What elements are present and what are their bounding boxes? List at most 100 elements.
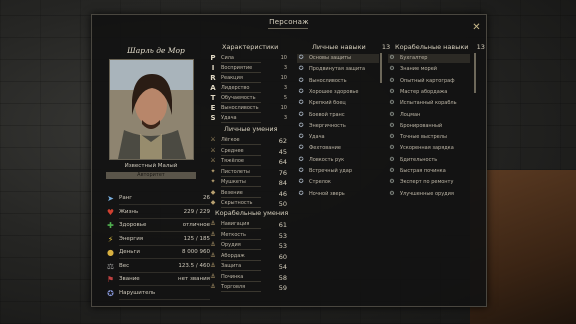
personal-ability-label: Крепкий боец — [309, 100, 346, 107]
ship-ability-row[interactable]: ⚙ Эксперт по ремонту — [388, 178, 470, 187]
stat-row[interactable]: ⚡ Энергия 125 / 185 — [106, 234, 210, 246]
ship-ability-icon: ⚙ — [389, 155, 395, 163]
ship-ability-row[interactable]: ⚙ Мастер абордажа — [388, 88, 470, 97]
ship-ability-row[interactable]: ⚙ Ускоренная зарядка — [388, 144, 470, 153]
ship-ability-label: Бдительность — [400, 156, 438, 163]
ship-ability-label: Испытанный корабль — [400, 100, 457, 107]
ship-skill-progress-bar — [221, 270, 261, 271]
stat-row[interactable]: ✪ Нарушитель — [106, 288, 210, 300]
title-ornament — [268, 28, 308, 29]
characteristic-letter-icon: T — [210, 94, 216, 102]
personal-skill-label: Везение — [221, 189, 243, 196]
personal-skill-row[interactable]: ◆ Везение 46 — [209, 189, 289, 198]
ship-skill-value: 59 — [278, 284, 287, 292]
personal-skill-row[interactable]: ⚔ Тяжёлое 64 — [209, 157, 289, 166]
personal-ability-icon: ✪ — [298, 189, 304, 197]
personal-ability-row[interactable]: ✪ Продвинутая защита — [297, 65, 379, 74]
close-icon[interactable]: ✕ — [471, 22, 482, 33]
personal-ability-row[interactable]: ✪ Ловкость рук — [297, 156, 379, 165]
characteristic-divider — [221, 62, 261, 63]
ship-skills-header: Корабельные умения — [215, 209, 289, 217]
personal-ability-label: Ночной зверь — [309, 190, 345, 197]
ship-skill-row[interactable]: ⚓ Торговля 59 — [209, 283, 289, 292]
personal-ability-row[interactable]: ✪ Энергичность — [297, 122, 379, 131]
stat-row[interactable]: ⚑ Звание нет звания — [106, 274, 210, 286]
personal-skill-icon: ✦ — [210, 178, 216, 185]
personal-ability-row[interactable]: ✪ Крепкий боец — [297, 99, 379, 108]
ship-skill-row[interactable]: ⚓ Навигация 61 — [209, 220, 289, 229]
stat-divider — [119, 258, 210, 259]
ship-ability-row[interactable]: ⚙ Быстрая починка — [388, 167, 470, 176]
ship-ability-row[interactable]: ⚙ Знание морей — [388, 65, 470, 74]
characteristic-row[interactable]: T Обучаемость 5 — [209, 94, 289, 103]
personal-ability-row[interactable]: ✪ Фехтование — [297, 144, 379, 153]
personal-skill-icon: ◆ — [210, 188, 216, 196]
personal-ability-row[interactable]: ✪ Хорошее здоровье — [297, 88, 379, 97]
personal-skill-row[interactable]: ⚔ Лёгкое 62 — [209, 136, 289, 145]
ship-skill-label: Торговля — [221, 284, 246, 290]
ship-ability-row[interactable]: ⚙ Испытанный корабль — [388, 99, 470, 108]
characteristic-divider — [221, 122, 261, 123]
ship-skill-row[interactable]: ⚓ Абордаж 60 — [209, 252, 289, 261]
stat-row[interactable]: ♥ Жизнь 229 / 229 — [106, 207, 210, 219]
personal-ability-label: Встречный удар — [309, 168, 353, 174]
ship-skill-row[interactable]: ⚓ Орудия 53 — [209, 241, 289, 250]
ship-ability-row[interactable]: ⚙ Бухгалтер — [388, 54, 470, 63]
characteristic-row[interactable]: P Сила 10 — [209, 54, 289, 63]
personal-ability-label: Ловкость рук — [309, 156, 345, 163]
personal-skill-value: 76 — [278, 168, 287, 177]
personal-ability-label: Продвинутая защита — [309, 66, 366, 73]
stat-row[interactable]: ✚ Здоровье отличное — [106, 220, 210, 232]
ship-skill-row[interactable]: ⚓ Защита 54 — [209, 262, 289, 271]
characteristic-row[interactable]: E Выносливость 10 — [209, 104, 289, 113]
personal-ability-row[interactable]: ✪ Ночной зверь — [297, 190, 379, 199]
ship-ability-label: Улучшенные орудия — [400, 190, 454, 197]
energy-icon: ⚡ — [107, 234, 114, 244]
characteristic-row[interactable]: I Восприятие 3 — [209, 64, 289, 73]
ship-skill-progress-bar — [221, 238, 261, 240]
ship-ability-row[interactable]: ⚙ Улучшенные орудия — [388, 190, 470, 199]
ship-skill-row[interactable]: ⚓ Меткость 53 — [209, 231, 289, 240]
stat-row[interactable]: ➤ Ранг 26 — [106, 193, 210, 205]
ship-abilities-header: Корабельные навыки 13 — [395, 43, 485, 51]
characteristic-row[interactable]: A Лидерство 3 — [209, 84, 289, 93]
personal-abilities-count: 13 — [381, 43, 391, 51]
stat-label: Ранг — [119, 195, 133, 201]
ship-skill-label: Навигация — [221, 221, 250, 227]
ship-ability-icon: ⚙ — [389, 99, 395, 107]
ship-skill-row[interactable]: ⚓ Починка 58 — [209, 273, 289, 282]
ship-abilities-scrollbar[interactable] — [474, 53, 476, 93]
personal-ability-row[interactable]: ✪ Стрелок — [297, 178, 379, 187]
stat-row[interactable]: ● Деньги 8 000 960 — [106, 247, 210, 259]
personal-ability-row[interactable]: ✪ Удача — [297, 133, 379, 142]
ship-skill-progress-bar — [221, 280, 261, 282]
money-icon: ● — [107, 248, 114, 257]
personal-ability-icon: ✪ — [298, 178, 304, 186]
ship-ability-row[interactable]: ⚙ Лоцман — [388, 111, 470, 120]
ship-skill-icon: ⚓ — [210, 230, 216, 238]
personal-ability-row[interactable]: ✪ Выносливость — [297, 77, 379, 86]
personal-skill-value: 64 — [278, 158, 287, 166]
personal-skill-row[interactable]: ✦ Пистолеты 76 — [209, 168, 289, 177]
personal-abilities-scrollbar[interactable] — [380, 53, 382, 83]
personal-skill-progress-bar — [221, 207, 261, 208]
characteristic-row[interactable]: S Удача 3 — [209, 114, 289, 123]
ship-ability-row[interactable]: ⚙ Точные выстрелы — [388, 133, 470, 142]
ship-ability-row[interactable]: ⚙ Опытный картограф — [388, 77, 470, 86]
stat-divider — [119, 244, 210, 246]
personal-ability-row[interactable]: ✪ Встречный удар — [297, 167, 379, 176]
personal-skill-row[interactable]: ◆ Скрытность 50 — [209, 199, 289, 208]
ship-ability-label: Лоцман — [400, 111, 421, 118]
ship-skill-label: Починка — [221, 273, 244, 280]
personal-ability-row[interactable]: ✪ Основы защиты — [297, 54, 379, 63]
characteristic-row[interactable]: R Реакция 10 — [209, 74, 289, 83]
personal-skill-progress-bar — [221, 144, 261, 145]
ship-ability-row[interactable]: ⚙ Бдительность — [388, 156, 470, 165]
stat-row[interactable]: ⚖ Вес 123.5 / 460 — [106, 261, 210, 273]
personal-ability-row[interactable]: ✪ Боевой транс — [297, 111, 379, 120]
personal-ability-icon: ✪ — [298, 76, 304, 84]
ship-skill-value: 58 — [278, 273, 287, 282]
ship-ability-row[interactable]: ⚙ Бронированный — [388, 122, 470, 131]
personal-skill-row[interactable]: ✦ Мушкеты 84 — [209, 178, 289, 187]
personal-skill-row[interactable]: ⚔ Среднее 45 — [209, 147, 289, 156]
